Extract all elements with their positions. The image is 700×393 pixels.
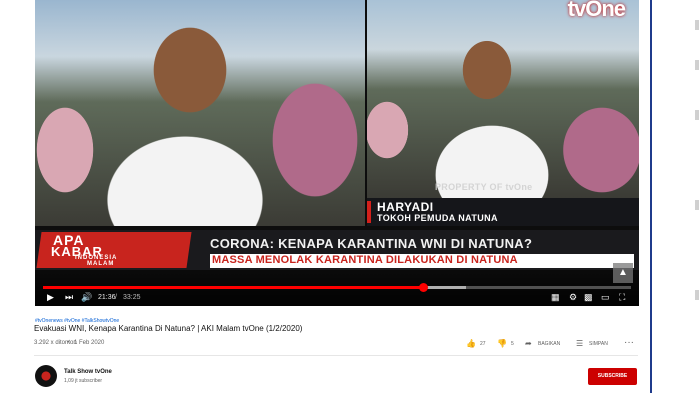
scroll-up-icon[interactable]: ▲ [613, 263, 633, 283]
play-icon[interactable]: ▶ [47, 292, 54, 303]
program-name-line4: MALAM [87, 261, 115, 267]
save-icon[interactable]: ☰ [576, 339, 583, 348]
progress-played [43, 286, 423, 289]
subtitles-icon[interactable]: ▦ [551, 292, 560, 303]
page-edge-divider [650, 0, 652, 393]
page-edge-fragment [695, 60, 699, 70]
video-frame-right-scene [367, 0, 639, 198]
logo-text: tvOne [567, 0, 626, 21]
save-button[interactable]: SIMPAN [589, 341, 608, 347]
page-edge-fragment [695, 290, 699, 300]
volume-icon[interactable]: 🔊 [81, 292, 92, 303]
news-ticker: APA KABAR INDONESIA MALAM CORONA: KENAPA… [35, 230, 639, 270]
miniplayer-icon[interactable]: ▩ [584, 292, 593, 303]
subscribe-button[interactable]: SUBSCRIBE [588, 368, 637, 385]
progress-scrubber[interactable] [418, 283, 428, 292]
theater-icon[interactable]: ▭ [601, 292, 610, 303]
page-edge-fragment [695, 20, 699, 30]
lower-third-caption: HARYADI TOKOH PEMUDA NATUNA [367, 198, 639, 226]
page-edge-fragment [695, 200, 699, 210]
page-edge-fragment [695, 110, 699, 120]
like-count[interactable]: 27 [480, 341, 486, 347]
video-frame-left-scene [35, 0, 365, 226]
settings-icon[interactable]: ⚙ [569, 292, 577, 303]
ticker-subheadline: MASSA MENOLAK KARANTINA DILAKUKAN DI NAT… [212, 254, 518, 266]
subscriber-count: 1,09 jt subscriber [64, 378, 103, 384]
more-options-icon[interactable]: ··· [624, 337, 634, 348]
share-button[interactable]: BAGIKAN [538, 341, 560, 347]
like-icon[interactable]: 👍 [466, 339, 476, 348]
ticker-subheadline-bar: MASSA MENOLAK KARANTINA DILAKUKAN DI NAT… [210, 254, 634, 268]
ticker-headline: CORONA: KENAPA KARANTINA WNI DI NATUNA? [210, 236, 533, 251]
view-count: 3.292 x ditonton [34, 340, 77, 346]
channel-avatar[interactable] [35, 365, 57, 387]
publish-date: 1 Feb 2020 [74, 340, 105, 346]
fullscreen-icon[interactable]: ⛶ [619, 292, 625, 303]
time-current: 21:36 [98, 294, 116, 301]
divider [34, 355, 638, 356]
time-separator: / [115, 294, 117, 301]
views-separator: • [67, 340, 70, 346]
channel-name[interactable]: Talk Show tvOne [64, 369, 112, 375]
video-title: Evakuasi WNI, Kenapa Karantina Di Natuna… [34, 324, 303, 333]
watermark: PROPERTY OF tvOne [435, 182, 533, 192]
next-icon[interactable]: ⏭ [65, 292, 73, 303]
caption-accent [367, 201, 371, 223]
caption-name: HARYADI [377, 200, 434, 214]
player-controls: ▶ ⏭ 🔊 21:36 / 33:25 ▦ ⚙ ▩ ▭ ⛶ [35, 270, 639, 306]
share-icon[interactable]: ➦ [525, 339, 532, 348]
time-total: 33:25 [123, 294, 141, 301]
progress-bar[interactable] [43, 283, 631, 292]
tvone-logo: tvOne [567, 0, 626, 22]
caption-role: TOKOH PEMUDA NATUNA [377, 213, 498, 223]
dislike-count[interactable]: 5 [511, 341, 514, 347]
dislike-icon[interactable]: 👎 [497, 339, 507, 348]
video-player[interactable]: tvOne PROPERTY OF tvOne HARYADI TOKOH PE… [35, 0, 639, 306]
